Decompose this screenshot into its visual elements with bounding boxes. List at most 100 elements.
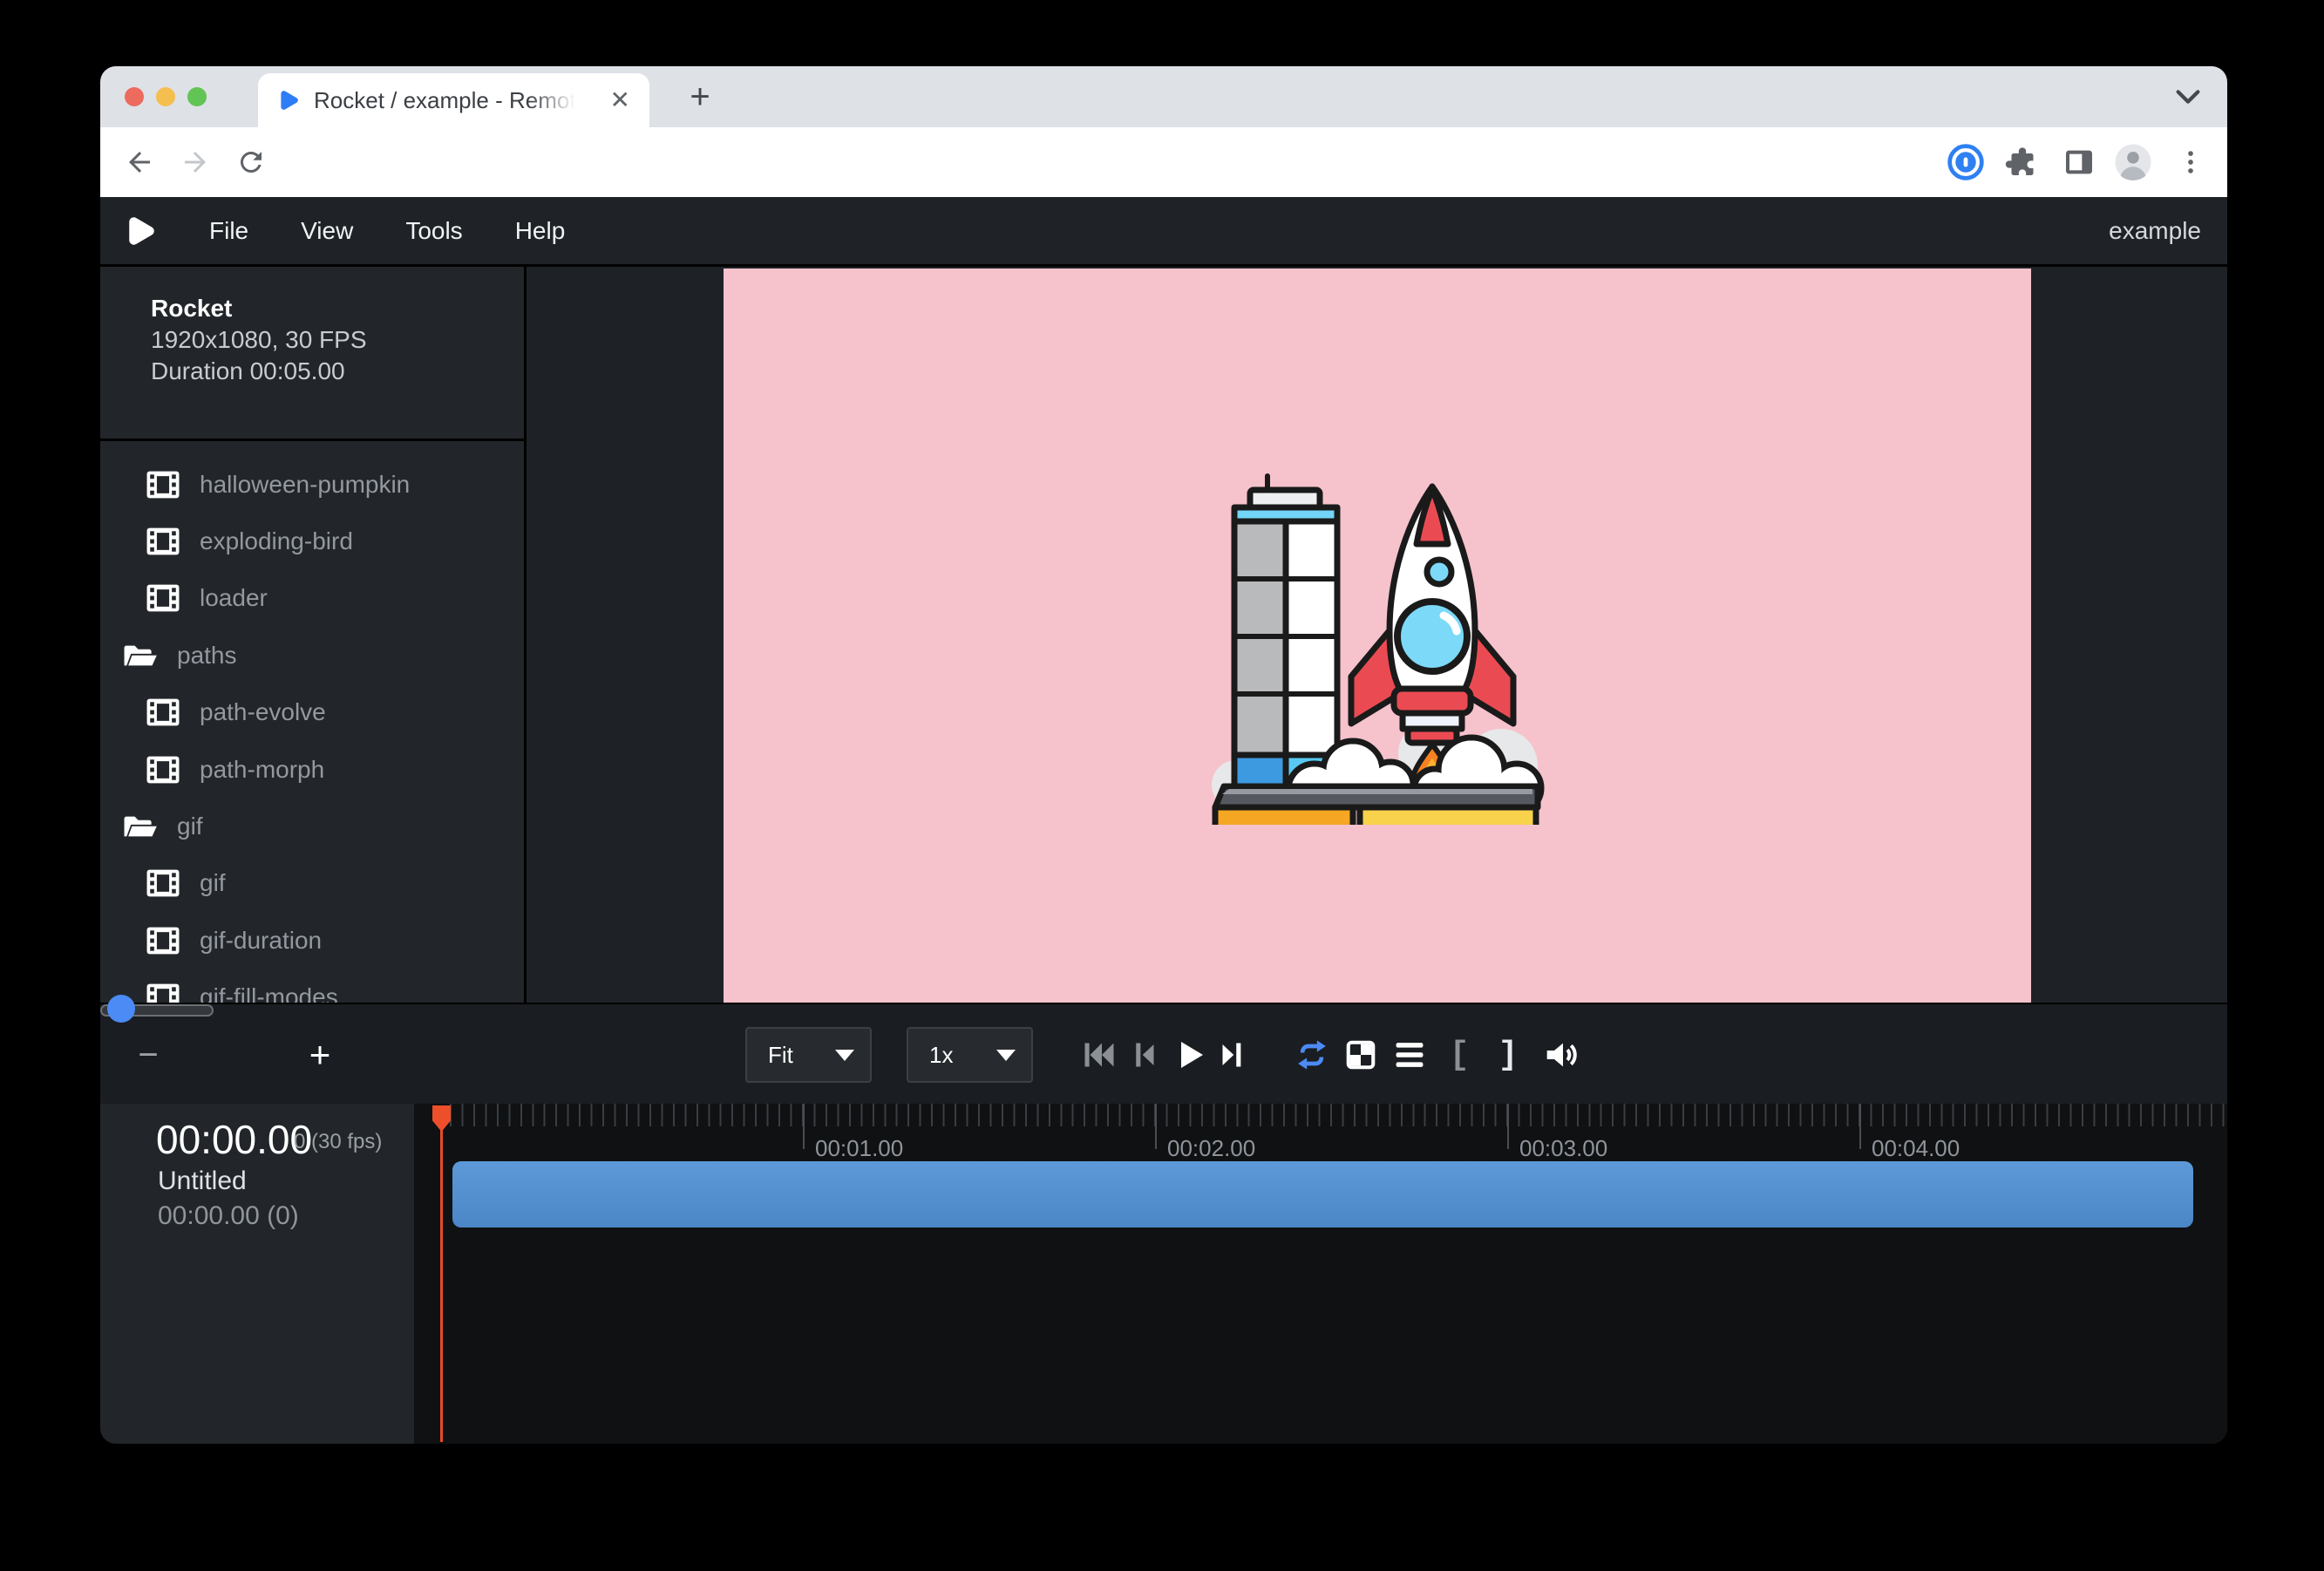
window-close-button[interactable] (125, 87, 144, 106)
compositions-sidebar: Rocket 1920x1080, 30 FPS Duration 00:05.… (100, 267, 527, 1003)
tab-close-icon[interactable]: ✕ (610, 88, 630, 112)
playhead-handle[interactable] (432, 1105, 451, 1132)
folder-open-icon (123, 641, 158, 670)
volume-button[interactable] (1540, 1036, 1586, 1074)
composition-canvas[interactable] (724, 269, 2031, 1003)
film-icon (146, 983, 180, 1003)
extensions-puzzle-icon[interactable] (2001, 141, 2043, 183)
composition-label: gif (200, 869, 226, 897)
composition-info: Rocket 1920x1080, 30 FPS Duration 00:05.… (151, 293, 367, 387)
composition-resolution: 1920x1080, 30 FPS (151, 324, 367, 356)
password-manager-icon[interactable] (1945, 141, 1987, 183)
zoom-slider-thumb[interactable] (107, 995, 135, 1023)
composition-list-item[interactable]: exploding-bird (100, 513, 524, 569)
remotion-logo-icon[interactable] (125, 215, 156, 247)
ruler-label: 00:02.00 (1167, 1135, 1255, 1162)
composition-label: halloween-pumpkin (200, 471, 410, 499)
tab-title: Rocket / example - Remotion P (314, 87, 575, 114)
remotion-favicon-icon (277, 89, 300, 112)
size-select[interactable]: Fit (745, 1027, 872, 1083)
composition-list-item[interactable]: loader (100, 570, 524, 627)
forward-icon[interactable] (176, 143, 214, 181)
current-time-display: 00:00.00 (156, 1116, 312, 1163)
in-marker-button[interactable]: [ (1441, 1034, 1478, 1076)
zoom-in-button[interactable]: + (298, 1036, 342, 1074)
play-button[interactable] (1171, 1036, 1209, 1074)
film-icon (146, 527, 180, 556)
browser-window: Rocket / example - Remotion P ✕ + http:/… (100, 66, 2227, 1444)
out-marker-button[interactable]: ] (1490, 1034, 1526, 1076)
new-tab-button[interactable]: + (683, 77, 717, 117)
composition-list-item[interactable]: gif (100, 855, 524, 912)
composition-name: Rocket (151, 293, 367, 324)
menu-item[interactable]: View (282, 217, 371, 245)
zoom-slider[interactable] (100, 1004, 214, 1017)
browser-tab[interactable]: Rocket / example - Remotion P ✕ (258, 73, 649, 127)
timeline-rows-button[interactable] (1390, 1037, 1429, 1072)
chevron-down-icon (835, 1050, 854, 1061)
player-controls-bar: − + Fit 1x (100, 1003, 2227, 1104)
rocket-illustration (1210, 466, 1548, 825)
film-icon (146, 868, 180, 898)
zoom-out-button[interactable]: − (126, 1036, 170, 1074)
timeline-sequence-bar[interactable] (452, 1161, 2193, 1228)
back-icon[interactable] (120, 143, 159, 181)
composition-label: gif (177, 813, 203, 840)
previous-frame-button[interactable] (1127, 1037, 1162, 1072)
composition-label: exploding-bird (200, 527, 353, 555)
composition-label: loader (200, 584, 268, 612)
tab-search-chevron-icon[interactable] (2173, 85, 2203, 108)
loop-button[interactable] (1291, 1036, 1333, 1074)
speed-select-value: 1x (929, 1042, 953, 1069)
transparency-checkerboard-button[interactable] (1342, 1037, 1380, 1072)
composition-label: path-evolve (200, 698, 326, 726)
timeline: 00:00.00 0 (30 fps) Untitled 00:00.00 (0… (100, 1104, 2227, 1444)
composition-list-item[interactable]: gif-duration (100, 912, 524, 969)
playback-speed-select[interactable]: 1x (907, 1027, 1033, 1083)
track-time: 00:00.00 (0) (158, 1201, 299, 1231)
composition-list: halloween-pumpkin (100, 456, 524, 1003)
film-icon (146, 583, 180, 613)
playhead-line[interactable] (440, 1105, 443, 1442)
film-icon (146, 470, 180, 500)
next-frame-button[interactable] (1214, 1037, 1249, 1072)
ruler-label: 00:03.00 (1519, 1135, 1607, 1162)
menu-item[interactable]: Tools (387, 217, 480, 245)
window-zoom-button[interactable] (187, 87, 207, 106)
ruler-major-tick (1155, 1104, 1157, 1149)
film-icon (146, 926, 180, 956)
size-select-value: Fit (768, 1042, 793, 1069)
ruler-major-tick (803, 1104, 805, 1149)
composition-list-item[interactable]: gif-fill-modes (100, 969, 524, 1003)
track-name: Untitled (158, 1166, 247, 1196)
skip-to-start-button[interactable] (1078, 1037, 1120, 1072)
side-panel-icon[interactable] (2058, 141, 2100, 183)
timeline-left-panel: 00:00.00 0 (30 fps) Untitled 00:00.00 (0… (100, 1104, 414, 1444)
browser-toolbar: http://localhost:3001/Rocket (100, 127, 2227, 197)
window-minimize-button[interactable] (156, 87, 175, 106)
composition-list-item[interactable]: path-evolve (100, 684, 524, 741)
timeline-track-area[interactable]: 00:01.00 00:02.00 00:03.00 00:04 (423, 1104, 2227, 1444)
overflow-menu-icon[interactable] (2170, 141, 2212, 183)
reload-icon[interactable] (232, 143, 270, 181)
ruler-minor-ticks (450, 1104, 2227, 1126)
main-area: Rocket 1920x1080, 30 FPS Duration 00:05.… (100, 267, 2227, 1003)
composition-list-item[interactable]: paths (100, 627, 524, 683)
composition-list-item[interactable]: halloween-pumpkin (100, 456, 524, 513)
ruler-label: 00:04.00 (1872, 1135, 1960, 1162)
sidebar-divider (100, 439, 524, 441)
preview-panel (529, 267, 2227, 1003)
composition-label: paths (177, 642, 237, 670)
current-frame-display: 0 (30 fps) (294, 1130, 382, 1154)
tab-strip: Rocket / example - Remotion P ✕ + (100, 66, 2227, 127)
composition-list-item[interactable]: path-morph (100, 741, 524, 798)
composition-label: gif-fill-modes (200, 983, 338, 1003)
profile-avatar[interactable] (2112, 141, 2154, 183)
menu-item[interactable]: File (191, 217, 267, 245)
composition-label: gif-duration (200, 927, 322, 955)
composition-list-item[interactable]: gif (100, 798, 524, 854)
ruler-major-tick (1507, 1104, 1509, 1149)
film-icon (146, 697, 180, 727)
chevron-down-icon (996, 1050, 1016, 1061)
menu-item[interactable]: Help (497, 217, 584, 245)
